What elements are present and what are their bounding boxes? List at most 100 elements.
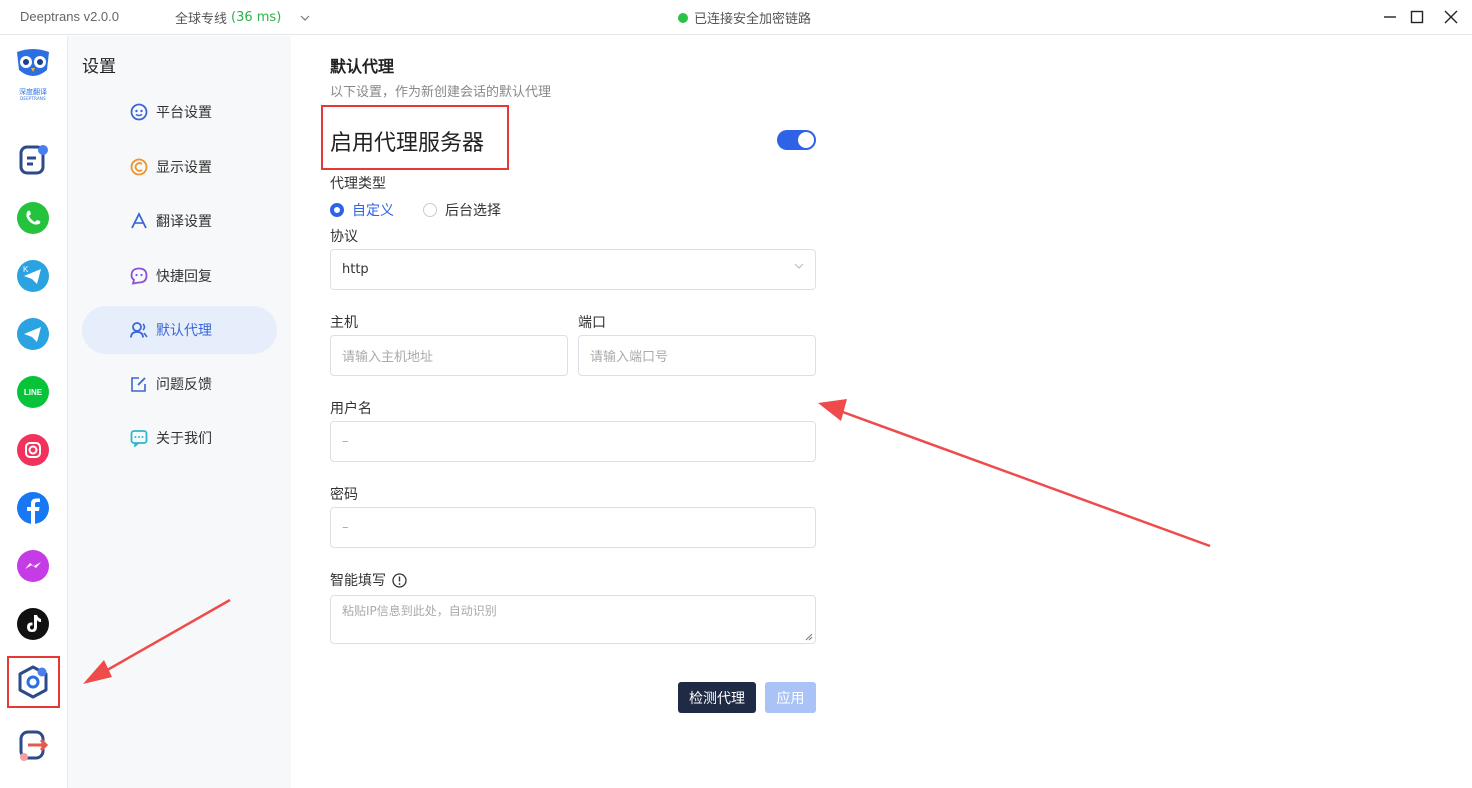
nav-item-platform[interactable]: 平台设置 (82, 88, 277, 136)
title-bar: Deeptrans v2.0.0 全球专线 (36 ms) 已连接安全加密链路 (0, 0, 1472, 35)
username-label: 用户名 (330, 401, 372, 417)
owl-logo-icon (17, 49, 49, 76)
nav-item-label: 显示设置 (156, 160, 212, 176)
smart-fill-placeholder: 粘贴IP信息到此处，自动识别 (342, 604, 497, 618)
line-selector[interactable]: 全球专线 (36 ms) (175, 8, 311, 27)
app-version: Deeptrans v2.0.0 (20, 9, 120, 24)
latency-value: (36 ms) (231, 10, 282, 25)
enable-proxy-label: 启用代理服务器 (330, 131, 485, 156)
svg-text:LINE: LINE (24, 388, 43, 397)
connection-status-text: 已连接安全加密链路 (694, 12, 812, 27)
protocol-label: 协议 (330, 229, 358, 245)
rail-logout-button[interactable] (14, 726, 52, 764)
check-proxy-button[interactable]: 检测代理 (678, 682, 756, 713)
proxy-type-label: 代理类型 (330, 176, 386, 192)
translate-icon (131, 212, 147, 229)
rail-line-button[interactable]: LINE (14, 373, 52, 411)
whatsapp-icon (17, 202, 49, 234)
proxy-type-backend-radio[interactable]: 后台选择 (423, 200, 501, 220)
info-icon[interactable] (392, 572, 407, 588)
telegram-k-icon: K (17, 260, 49, 292)
connection-status: 已连接安全加密链路 (678, 8, 811, 27)
smart-fill-label: 智能填写 (330, 573, 386, 589)
close-button[interactable] (1438, 5, 1464, 29)
nav-item-label: 默认代理 (156, 323, 212, 339)
nav-item-label: 快捷回复 (156, 269, 212, 285)
annotation-settings-highlight (7, 656, 60, 708)
status-dot-icon (678, 12, 688, 23)
port-placeholder: 请输入端口号 (590, 350, 669, 365)
port-label: 端口 (578, 315, 606, 331)
radio-label: 自定义 (352, 203, 394, 219)
password-placeholder: – (342, 520, 349, 535)
smart-fill-label-row: 智能填写 (330, 570, 407, 590)
line-icon: LINE (17, 376, 49, 408)
nav-item-display[interactable]: 显示设置 (82, 143, 277, 191)
nav-item-feedback[interactable]: 问题反馈 (82, 360, 277, 408)
rail-telegram-button[interactable] (14, 315, 52, 353)
proxy-type-custom-radio[interactable]: 自定义 (330, 200, 394, 220)
toggle-knob (798, 132, 814, 148)
section-description: 以下设置，作为新创建会话的默认代理 (330, 85, 552, 100)
password-label: 密码 (330, 487, 358, 503)
display-icon (130, 158, 148, 176)
username-input[interactable]: – (330, 421, 816, 462)
tiktok-icon (17, 608, 49, 640)
host-label: 主机 (330, 315, 358, 331)
rail-messenger-button[interactable] (14, 547, 52, 585)
protocol-value: http (342, 262, 369, 277)
resize-grip-icon[interactable] (805, 633, 813, 641)
brand-logo: 深度翻译 DEEPTRANS (10, 48, 56, 101)
nav-item-proxy[interactable]: 默认代理 (82, 306, 277, 354)
minimize-button[interactable] (1377, 5, 1403, 29)
radio-label: 后台选择 (445, 203, 501, 219)
host-input[interactable]: 请输入主机地址 (330, 335, 568, 376)
port-input[interactable]: 请输入端口号 (578, 335, 816, 376)
nav-item-translate[interactable]: 翻译设置 (82, 197, 277, 245)
apply-button[interactable]: 应用 (765, 682, 816, 713)
maximize-button[interactable] (1404, 5, 1430, 29)
minimize-icon (1384, 16, 1396, 18)
brand-name-cn: 深度翻译 (19, 88, 47, 96)
proxy-settings-panel: 默认代理 以下设置，作为新创建会话的默认代理 启用代理服务器 代理类型 自定义 … (291, 36, 1472, 788)
about-icon (130, 430, 148, 447)
password-input[interactable]: – (330, 507, 816, 548)
platform-icon (130, 103, 148, 121)
rail-tiktok-button[interactable] (14, 605, 52, 643)
nav-item-label: 平台设置 (156, 105, 212, 121)
rail-instagram-button[interactable] (14, 431, 52, 469)
settings-nav: 设置 平台设置 显示设置 翻译设置 快捷回复 默认代理 问题反馈 关于我们 (68, 36, 291, 788)
logout-icon (19, 730, 49, 761)
facebook-icon (17, 492, 49, 524)
enable-proxy-toggle[interactable] (777, 130, 816, 150)
notes-icon (19, 145, 48, 175)
close-icon (1444, 10, 1458, 24)
rail-notes-button[interactable] (14, 141, 52, 179)
maximize-icon (1410, 10, 1424, 24)
host-placeholder: 请输入主机地址 (342, 350, 434, 365)
section-title: 默认代理 (330, 57, 395, 76)
nav-item-label: 关于我们 (156, 431, 212, 447)
messenger-icon (17, 550, 49, 582)
chevron-down-icon (794, 263, 804, 269)
rail-facebook-button[interactable] (14, 489, 52, 527)
rail-telegram-k-button[interactable]: K (14, 257, 52, 295)
brand-name-en: DEEPTRANS (20, 96, 46, 101)
quick-reply-icon (130, 267, 148, 285)
feedback-icon (131, 377, 146, 392)
nav-item-label: 问题反馈 (156, 377, 212, 393)
radio-circle (330, 203, 344, 217)
svg-text:K: K (23, 265, 29, 274)
app-window: Deeptrans v2.0.0 全球专线 (36 ms) 已连接安全加密链路 (0, 0, 1472, 788)
radio-circle (423, 203, 437, 217)
nav-item-about[interactable]: 关于我们 (82, 414, 277, 462)
proxy-icon (130, 322, 148, 338)
app-rail: 深度翻译 DEEPTRANS K LINE (0, 36, 68, 788)
rail-whatsapp-button[interactable] (14, 199, 52, 237)
nav-item-label: 翻译设置 (156, 214, 212, 230)
nav-item-quick-reply[interactable]: 快捷回复 (82, 252, 277, 300)
smart-fill-textarea[interactable]: 粘贴IP信息到此处，自动识别 (330, 595, 816, 644)
protocol-select[interactable]: http (330, 249, 816, 290)
telegram-icon (17, 318, 49, 350)
username-placeholder: – (342, 434, 349, 449)
